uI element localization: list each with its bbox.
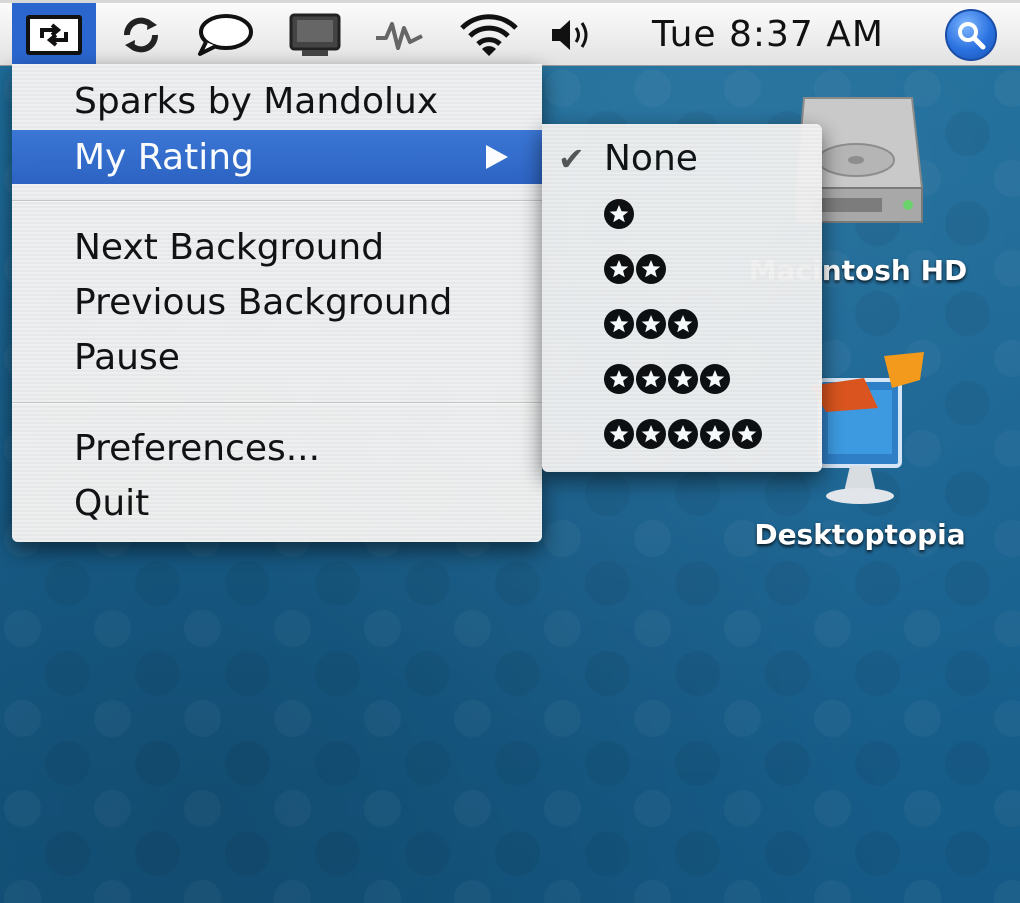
star-rating [604,419,762,449]
chat-bubble-icon[interactable] [192,3,258,66]
menu-item-label: Next Background [74,226,385,268]
spark-zigzag-icon[interactable] [370,3,428,66]
spotlight-search-icon [945,8,997,61]
rating-2-stars[interactable] [542,241,822,297]
star-icon [700,364,730,394]
rating-5-stars[interactable] [542,406,822,462]
sync-icon[interactable] [112,3,170,66]
star-icon [668,309,698,339]
menu-item-label: Previous Background [74,281,453,323]
sparks-menu-extra[interactable] [12,3,96,66]
rating-none-label: None [604,137,698,179]
checkmark-icon: ✔ [558,140,585,178]
menu-separator [12,402,542,404]
star-icon [604,199,634,229]
menu-item-preferences[interactable]: Preferences... [12,421,542,475]
spotlight-button[interactable] [938,3,1004,66]
star-icon [604,254,634,284]
menu-item-sparks-by-mandolux[interactable]: Sparks by Mandolux [12,74,542,128]
display-icon[interactable] [282,3,348,66]
menu-item-quit[interactable]: Quit [12,476,542,530]
menu-item-my-rating[interactable]: My Rating [12,130,542,184]
star-icon [604,364,634,394]
rating-1-star[interactable] [542,186,822,242]
menu-item-label: Preferences... [74,427,321,469]
star-icon [604,419,634,449]
menu-bar: Tue 8:37 AM [0,0,1020,66]
menu-item-next-background[interactable]: Next Background [12,220,542,274]
rating-3-stars[interactable] [542,296,822,352]
star-icon [604,309,634,339]
star-icon [636,419,666,449]
menu-item-label: Pause [74,336,180,378]
menu-item-label: Quit [74,482,150,524]
rating-none[interactable]: ✔ None [542,130,822,186]
menu-item-pause[interactable]: Pause [12,330,542,384]
star-icon [636,364,666,394]
star-icon [732,419,762,449]
menu-separator [12,200,542,202]
star-rating [604,199,634,229]
rating-submenu: ✔ None [542,124,822,472]
menu-item-label: My Rating [74,136,254,178]
volume-icon[interactable] [545,3,597,66]
menu-clock[interactable]: Tue 8:37 AM [632,3,904,66]
star-icon [636,254,666,284]
star-icon [668,364,698,394]
wifi-icon[interactable] [456,3,522,66]
submenu-arrow-icon [486,145,508,169]
sparks-refresh-icon [26,14,82,55]
star-rating [604,309,698,339]
rating-4-stars[interactable] [542,351,822,407]
menu-item-label: Sparks by Mandolux [74,80,439,122]
menu-item-previous-background[interactable]: Previous Background [12,275,542,329]
star-icon [636,309,666,339]
desktoptopia-label: Desktoptopia [754,518,966,551]
star-rating [604,364,730,394]
star-rating [604,254,666,284]
star-icon [668,419,698,449]
star-icon [700,419,730,449]
sparks-menu: Sparks by Mandolux My Rating Next Backgr… [12,64,542,542]
